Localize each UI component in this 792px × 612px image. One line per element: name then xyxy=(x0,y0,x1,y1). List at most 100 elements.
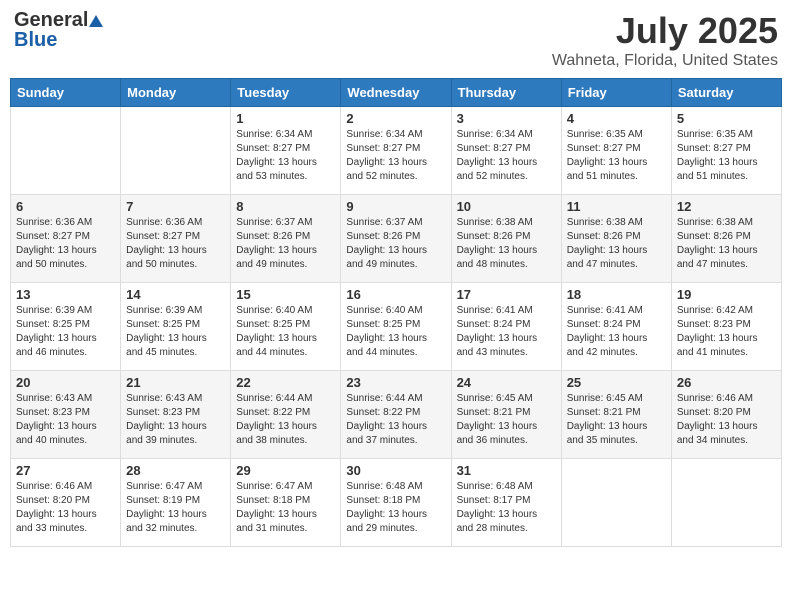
day-info-text: Sunrise: 6:41 AM Sunset: 8:24 PM Dayligh… xyxy=(567,304,666,360)
day-number: 31 xyxy=(457,463,556,478)
day-info-text: Sunrise: 6:37 AM Sunset: 8:26 PM Dayligh… xyxy=(236,216,335,272)
calendar-day-cell: 17Sunrise: 6:41 AM Sunset: 8:24 PM Dayli… xyxy=(451,283,561,371)
calendar-day-cell xyxy=(121,107,231,195)
day-info-text: Sunrise: 6:45 AM Sunset: 8:21 PM Dayligh… xyxy=(567,392,666,448)
calendar-day-cell: 10Sunrise: 6:38 AM Sunset: 8:26 PM Dayli… xyxy=(451,195,561,283)
day-number: 20 xyxy=(16,375,115,390)
day-number: 16 xyxy=(346,287,445,302)
calendar-day-cell: 15Sunrise: 6:40 AM Sunset: 8:25 PM Dayli… xyxy=(231,283,341,371)
day-of-week-header: Sunday xyxy=(11,79,121,107)
day-info-text: Sunrise: 6:46 AM Sunset: 8:20 PM Dayligh… xyxy=(677,392,776,448)
day-number: 2 xyxy=(346,111,445,126)
day-number: 25 xyxy=(567,375,666,390)
calendar-day-cell: 24 Sunrise: 6:45 AM Sunset: 8:21 PM Dayli… xyxy=(451,371,561,459)
calendar-day-cell: 25 Sunrise: 6:45 AM Sunset: 8:21 PM Dayli… xyxy=(561,371,671,459)
calendar-day-cell xyxy=(671,459,781,547)
calendar-day-cell: 12 Sunrise: 6:38 AM Sunset: 8:26 PM Dayli… xyxy=(671,195,781,283)
calendar-day-cell: 18Sunrise: 6:41 AM Sunset: 8:24 PM Dayli… xyxy=(561,283,671,371)
day-number: 7 xyxy=(126,199,225,214)
day-of-week-header: Monday xyxy=(121,79,231,107)
day-number: 29 xyxy=(236,463,335,478)
calendar-day-cell: 1Sunrise: 6:34 AM Sunset: 8:27 PM Daylig… xyxy=(231,107,341,195)
day-number: 17 xyxy=(457,287,556,302)
day-number: 27 xyxy=(16,463,115,478)
week-row: 20 Sunrise: 6:43 AM Sunset: 8:23 PM Dayli… xyxy=(11,371,782,459)
day-info-text: Sunrise: 6:36 AM Sunset: 8:27 PM Dayligh… xyxy=(126,216,225,272)
day-number: 28 xyxy=(126,463,225,478)
calendar-day-cell: 29 Sunrise: 6:47 AM Sunset: 8:18 PM Dayli… xyxy=(231,459,341,547)
day-info-text: Sunrise: 6:40 AM Sunset: 8:25 PM Dayligh… xyxy=(346,304,445,360)
calendar-day-cell: 30 Sunrise: 6:48 AM Sunset: 8:18 PM Dayli… xyxy=(341,459,451,547)
calendar-day-cell: 16 Sunrise: 6:40 AM Sunset: 8:25 PM Dayli… xyxy=(341,283,451,371)
day-info-text: Sunrise: 6:44 AM Sunset: 8:22 PM Dayligh… xyxy=(236,392,335,448)
calendar-header-row: SundayMondayTuesdayWednesdayThursdayFrid… xyxy=(11,79,782,107)
day-info-text: Sunrise: 6:38 AM Sunset: 8:26 PM Dayligh… xyxy=(457,216,556,272)
calendar-day-cell: 13Sunrise: 6:39 AM Sunset: 8:25 PM Dayli… xyxy=(11,283,121,371)
day-number: 23 xyxy=(346,375,445,390)
day-info-text: Sunrise: 6:43 AM Sunset: 8:23 PM Dayligh… xyxy=(16,392,115,448)
title-block: July 2025 Wahneta, Florida, United State… xyxy=(552,10,778,70)
day-info-text: Sunrise: 6:35 AM Sunset: 8:27 PM Dayligh… xyxy=(567,128,666,184)
day-info-text: Sunrise: 6:38 AM Sunset: 8:26 PM Dayligh… xyxy=(677,216,776,272)
day-number: 24 xyxy=(457,375,556,390)
day-info-text: Sunrise: 6:35 AM Sunset: 8:27 PM Dayligh… xyxy=(677,128,776,184)
calendar-day-cell: 14 Sunrise: 6:39 AM Sunset: 8:25 PM Dayli… xyxy=(121,283,231,371)
day-number: 30 xyxy=(346,463,445,478)
day-number: 14 xyxy=(126,287,225,302)
day-info-text: Sunrise: 6:36 AM Sunset: 8:27 PM Dayligh… xyxy=(16,216,115,272)
calendar-day-cell: 6 Sunrise: 6:36 AM Sunset: 8:27 PM Daylig… xyxy=(11,195,121,283)
calendar-day-cell: 11Sunrise: 6:38 AM Sunset: 8:26 PM Dayli… xyxy=(561,195,671,283)
calendar-day-cell: 21Sunrise: 6:43 AM Sunset: 8:23 PM Dayli… xyxy=(121,371,231,459)
day-info-text: Sunrise: 6:47 AM Sunset: 8:19 PM Dayligh… xyxy=(126,480,225,536)
day-of-week-header: Friday xyxy=(561,79,671,107)
day-info-text: Sunrise: 6:47 AM Sunset: 8:18 PM Dayligh… xyxy=(236,480,335,536)
page-header: General Blue July 2025 Wahneta, Florida,… xyxy=(10,10,782,70)
day-info-text: Sunrise: 6:46 AM Sunset: 8:20 PM Dayligh… xyxy=(16,480,115,536)
calendar-day-cell: 28 Sunrise: 6:47 AM Sunset: 8:19 PM Dayli… xyxy=(121,459,231,547)
logo-blue: Blue xyxy=(14,30,57,50)
day-info-text: Sunrise: 6:48 AM Sunset: 8:18 PM Dayligh… xyxy=(346,480,445,536)
day-of-week-header: Tuesday xyxy=(231,79,341,107)
calendar-day-cell: 20 Sunrise: 6:43 AM Sunset: 8:23 PM Dayli… xyxy=(11,371,121,459)
logo-text: General xyxy=(14,10,103,30)
week-row: 13 Sunrise: 6:39 AM Sunset: 8:25 PM Dayli… xyxy=(11,283,782,371)
day-number: 19 xyxy=(677,287,776,302)
day-of-week-header: Wednesday xyxy=(341,79,451,107)
logo-general: General xyxy=(14,9,88,31)
day-info-text: Sunrise: 6:48 AM Sunset: 8:17 PM Dayligh… xyxy=(457,480,556,536)
calendar-day-cell: 3Sunrise: 6:34 AM Sunset: 8:27 PM Daylig… xyxy=(451,107,561,195)
calendar-day-cell: 4Sunrise: 6:35 AM Sunset: 8:27 PM Daylig… xyxy=(561,107,671,195)
day-number: 11 xyxy=(567,199,666,214)
calendar-day-cell: 27 Sunrise: 6:46 AM Sunset: 8:20 PM Dayli… xyxy=(11,459,121,547)
day-number: 22 xyxy=(236,375,335,390)
day-of-week-header: Thursday xyxy=(451,79,561,107)
calendar-day-cell: 26 Sunrise: 6:46 AM Sunset: 8:20 PM Dayli… xyxy=(671,371,781,459)
day-of-week-header: Saturday xyxy=(671,79,781,107)
calendar-day-cell xyxy=(561,459,671,547)
day-number: 6 xyxy=(16,199,115,214)
logo: General Blue xyxy=(14,10,103,50)
day-number: 12 xyxy=(677,199,776,214)
calendar-day-cell: 23 Sunrise: 6:44 AM Sunset: 8:22 PM Dayli… xyxy=(341,371,451,459)
calendar-table: SundayMondayTuesdayWednesdayThursdayFrid… xyxy=(10,78,782,547)
day-info-text: Sunrise: 6:39 AM Sunset: 8:25 PM Dayligh… xyxy=(126,304,225,360)
calendar-day-cell: 9Sunrise: 6:37 AM Sunset: 8:26 PM Daylig… xyxy=(341,195,451,283)
day-info-text: Sunrise: 6:45 AM Sunset: 8:21 PM Dayligh… xyxy=(457,392,556,448)
day-info-text: Sunrise: 6:34 AM Sunset: 8:27 PM Dayligh… xyxy=(457,128,556,184)
week-row: 27 Sunrise: 6:46 AM Sunset: 8:20 PM Dayli… xyxy=(11,459,782,547)
calendar-day-cell: 7 Sunrise: 6:36 AM Sunset: 8:27 PM Daylig… xyxy=(121,195,231,283)
day-number: 13 xyxy=(16,287,115,302)
calendar-day-cell: 19 Sunrise: 6:42 AM Sunset: 8:23 PM Dayli… xyxy=(671,283,781,371)
calendar-day-cell: 31 Sunrise: 6:48 AM Sunset: 8:17 PM Dayli… xyxy=(451,459,561,547)
week-row: 1Sunrise: 6:34 AM Sunset: 8:27 PM Daylig… xyxy=(11,107,782,195)
day-info-text: Sunrise: 6:37 AM Sunset: 8:26 PM Dayligh… xyxy=(346,216,445,272)
calendar-day-cell: 2Sunrise: 6:34 AM Sunset: 8:27 PM Daylig… xyxy=(341,107,451,195)
calendar-title: July 2025 xyxy=(552,10,778,52)
day-number: 5 xyxy=(677,111,776,126)
day-info-text: Sunrise: 6:44 AM Sunset: 8:22 PM Dayligh… xyxy=(346,392,445,448)
day-number: 26 xyxy=(677,375,776,390)
calendar-subtitle: Wahneta, Florida, United States xyxy=(552,52,778,70)
day-info-text: Sunrise: 6:42 AM Sunset: 8:23 PM Dayligh… xyxy=(677,304,776,360)
day-number: 8 xyxy=(236,199,335,214)
week-row: 6 Sunrise: 6:36 AM Sunset: 8:27 PM Daylig… xyxy=(11,195,782,283)
